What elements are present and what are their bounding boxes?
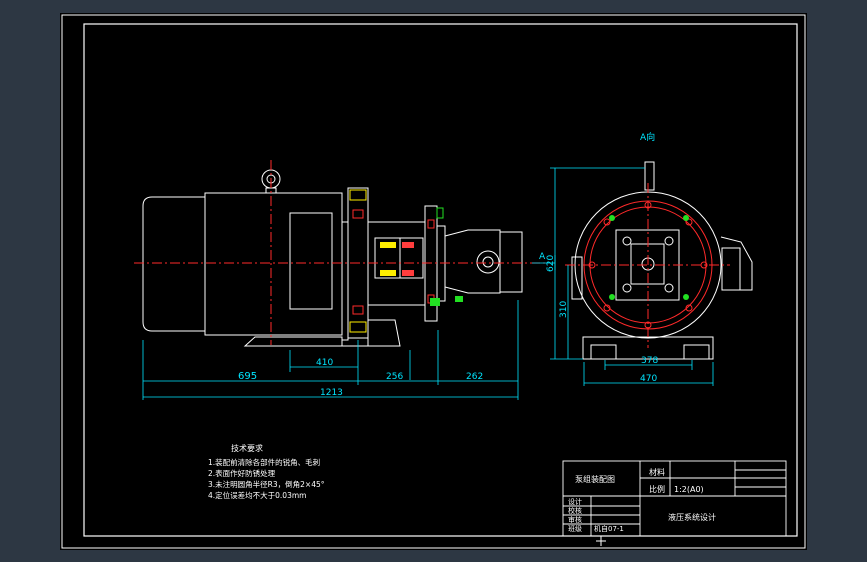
dim-378: 378 — [641, 356, 658, 366]
cad-drawing-canvas: 695 410 256 262 1213 A A向 620 310 378 47… — [60, 13, 807, 550]
project-name: 液压系统设计 — [668, 512, 716, 522]
dim-410: 410 — [316, 358, 333, 368]
title-row-class: 班级 — [568, 524, 582, 533]
section-mark: A — [539, 252, 546, 262]
tech-req-title: 技术要求 — [231, 443, 263, 453]
drawing-name: 泵组装配图 — [575, 474, 615, 484]
dim-1213: 1213 — [320, 388, 343, 398]
class-value: 机自07-1 — [594, 524, 624, 533]
dim-695: 695 — [238, 371, 257, 382]
dim-470: 470 — [640, 374, 657, 384]
tech-req-item-1: 1.装配前清除各部件的锐角、毛刺 — [208, 457, 320, 467]
tech-req-item-2: 2.表面作好防锈处理 — [208, 468, 276, 478]
tech-req-item-4: 4.定位误差均不大于0.03mm — [208, 490, 306, 500]
drawing-sheet — [60, 13, 807, 550]
dim-256: 256 — [386, 372, 403, 382]
title-row-check: 校核 — [568, 506, 582, 515]
tech-req-item-3: 3.未注明圆角半径R3，倒角2×45° — [208, 479, 325, 489]
dim-310: 310 — [559, 301, 569, 318]
material-label: 材料 — [649, 467, 665, 477]
title-row-review: 审核 — [568, 515, 582, 524]
dim-262: 262 — [466, 372, 483, 382]
dim-620: 620 — [546, 255, 556, 272]
title-row-design: 设计 — [568, 497, 582, 506]
scale-value: 1:2(A0) — [674, 485, 704, 494]
view-label: A向 — [640, 131, 655, 143]
scale-label: 比例 — [649, 484, 665, 494]
